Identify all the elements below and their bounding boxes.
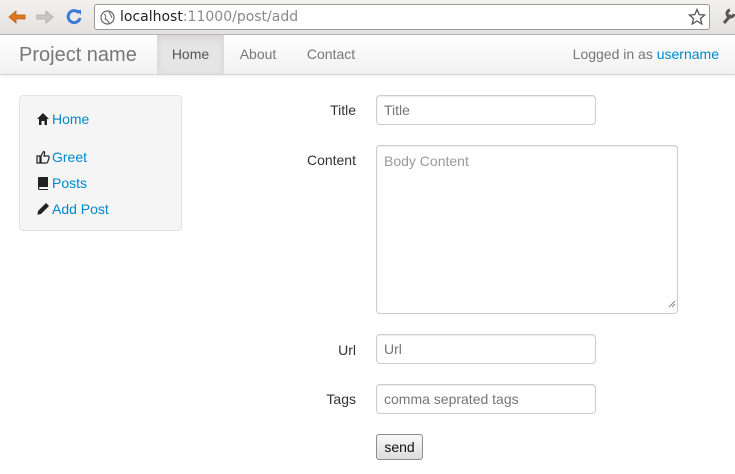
forward-arrow-icon[interactable]	[34, 6, 56, 28]
address-url: localhost:11000/post/add	[120, 8, 298, 26]
sidebar-item-label: Posts	[52, 175, 88, 191]
nav-item-about[interactable]: About	[228, 35, 288, 74]
content-label: Content	[306, 152, 356, 168]
resize-grip-icon[interactable]	[668, 294, 676, 312]
logged-in-prefix: Logged in as	[572, 46, 653, 62]
home-icon	[36, 112, 50, 126]
sidebar-item-label: Greet	[52, 149, 88, 165]
title-label: Title	[330, 102, 356, 118]
reload-icon[interactable]	[63, 6, 85, 28]
bookmark-star-icon[interactable]	[687, 7, 707, 31]
nav-item-contact[interactable]: Contact	[296, 35, 366, 74]
back-arrow-icon[interactable]	[6, 6, 28, 28]
wrench-icon[interactable]	[721, 7, 735, 30]
sidebar: Home Greet Posts Add Post	[19, 95, 182, 231]
sidebar-item-add-post[interactable]: Add Post	[36, 200, 109, 218]
content-placeholder: Body Content	[384, 153, 469, 169]
sidebar-item-home[interactable]: Home	[36, 110, 89, 128]
pencil-icon	[36, 202, 50, 216]
address-bar[interactable]: localhost:11000/post/add	[94, 4, 710, 30]
sidebar-item-posts[interactable]: Posts	[36, 174, 87, 192]
content-textarea[interactable]: Body Content	[376, 145, 678, 314]
thumbs-up-icon	[36, 150, 50, 164]
url-path: :11000/post/add	[182, 9, 299, 25]
globe-icon	[100, 10, 115, 30]
sidebar-item-label: Add Post	[52, 201, 109, 217]
username-link[interactable]: username	[657, 46, 719, 62]
nav-item-home[interactable]: Home	[157, 35, 224, 74]
book-icon	[36, 176, 50, 190]
tags-input[interactable]	[376, 384, 596, 414]
navbar: Project name Home About Contact Logged i…	[0, 35, 735, 75]
title-input[interactable]	[376, 95, 596, 125]
brand[interactable]: Project name	[19, 44, 137, 66]
url-host: localhost	[120, 9, 183, 25]
logged-in-status: Logged in as username	[573, 35, 719, 74]
send-button[interactable]: send	[376, 434, 423, 460]
browser-toolbar: localhost:11000/post/add	[0, 0, 735, 35]
url-input[interactable]	[376, 334, 596, 364]
tags-label: Tags	[326, 391, 356, 407]
url-label: Url	[338, 342, 356, 358]
sidebar-item-label: Home	[52, 111, 90, 127]
sidebar-item-greet[interactable]: Greet	[36, 148, 87, 166]
